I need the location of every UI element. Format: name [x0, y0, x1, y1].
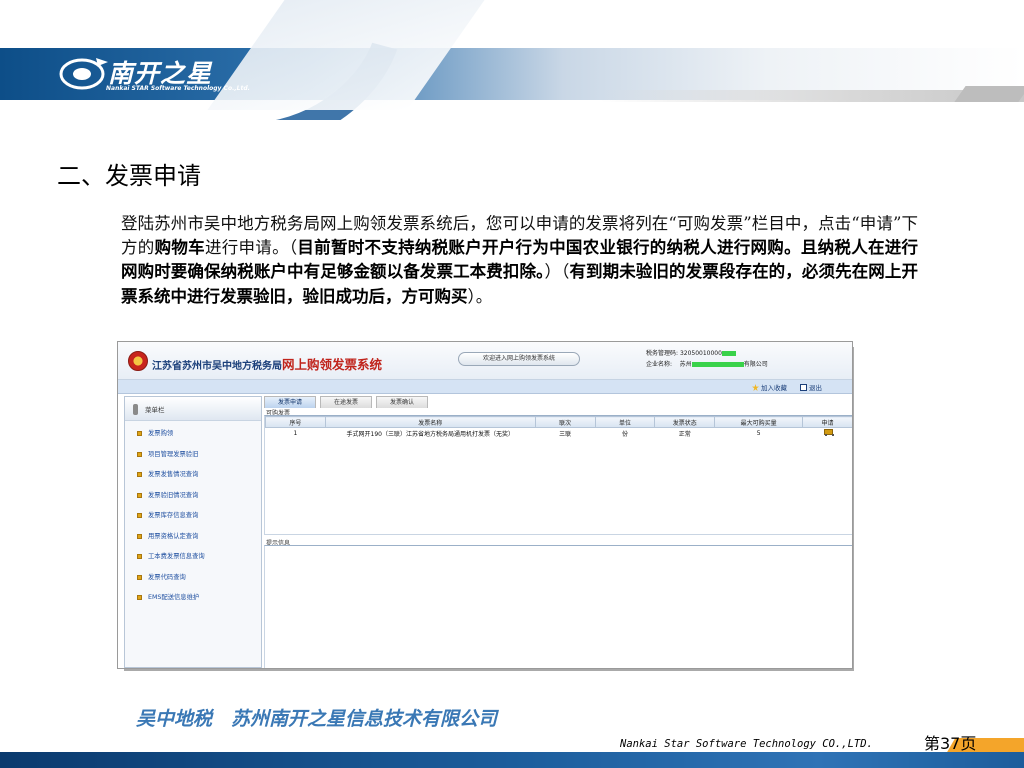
redaction-mask	[691, 362, 744, 367]
sidebar-item-label: 发票购领	[148, 430, 174, 437]
logo-subtext: Nankai STAR Software Technology Co.,Ltd.	[106, 85, 250, 92]
menu-bullet-icon	[137, 451, 142, 457]
menu-handle-icon	[133, 404, 138, 415]
company-prefix: 苏州	[679, 361, 692, 368]
app-toolbar: 加入收藏 退出	[118, 380, 852, 394]
account-info: 税务管理码: 32050010000 企业名称: 苏州 有限公司	[646, 348, 768, 370]
menu-bullet-icon	[137, 595, 142, 600]
footer-company: 吴中地税 苏州南开之星信息技术有限公司	[136, 708, 498, 730]
para-text-4: ）。	[467, 286, 493, 306]
cell-invoice-name: 手式网开190（三联）江苏省地方税务局通用机打发票（无奖）	[346, 430, 514, 438]
sidebar-item-label: 发票发售情况查询	[148, 471, 199, 478]
sidebar-item-label: 发票代码查询	[148, 573, 186, 581]
invoice-table: 序号 发票名称 联次 单位 发票状态 最大可购买量 申请 1 手式网开190（三…	[265, 416, 853, 439]
slide-header: 南开之星 Nankai STAR Software Technology Co.…	[0, 0, 1024, 120]
sidebar-item[interactable]: 发票验旧情况查询	[137, 490, 205, 511]
tab-in-transit[interactable]: 在途发票	[320, 396, 372, 408]
para-text-2: 进行申请。（	[204, 238, 298, 258]
hint-panel	[264, 545, 852, 668]
app-header: 江苏省苏州市吴中地方税务局网上购领发票系统 欢迎进入网上购领发票系统 税务管理码…	[118, 342, 852, 380]
company-label: 企业名称:	[646, 361, 673, 368]
cell-unit: 份	[621, 430, 628, 438]
page-number: 第37页	[924, 734, 977, 753]
tab-invoice-apply[interactable]: 发票申请	[264, 396, 316, 408]
cell-max-qty: 5	[756, 429, 761, 437]
sidebar-item-label: 用票资格认定查询	[148, 532, 199, 540]
sidebar-item[interactable]: 发票代码查询	[137, 572, 205, 593]
col-unit: 单位	[594, 416, 656, 428]
tab-bar: 发票申请 在途发票 发票确认	[264, 396, 852, 408]
tax-code-label: 税务管理码:	[646, 350, 679, 357]
tax-emblem-icon	[128, 351, 148, 371]
para-bold-cart: 购物车	[154, 238, 205, 258]
sidebar-item-label: 发票验旧情况查询	[148, 491, 199, 499]
col-max-qty: 最大可购买量	[714, 416, 804, 428]
sidebar-header-label: 菜单栏	[145, 406, 165, 414]
redaction-mask	[721, 351, 736, 356]
instruction-paragraph: 登陆苏州市吴中地方税务局网上购领发票系统后，您可以申请的发票将列在“可购发票”栏…	[121, 212, 918, 309]
sidebar-item[interactable]: 用票资格认定查询	[137, 531, 205, 552]
sidebar-item-label: EMS配送信息维护	[148, 594, 200, 601]
tab-invoice-confirm[interactable]: 发票确认	[376, 396, 428, 408]
sidebar-item[interactable]: 工本费发票信息查询	[137, 551, 205, 572]
shopping-cart-icon[interactable]	[823, 428, 835, 436]
col-apply: 申请	[802, 416, 852, 428]
tax-code-line: 税务管理码: 32050010000	[646, 348, 768, 359]
app-title: 江苏省苏州市吴中地方税务局网上购领发票系统	[152, 354, 382, 373]
menu-bullet-icon	[137, 492, 142, 498]
exit-link[interactable]: 退出	[800, 382, 822, 392]
app-main: 发票申请 在途发票 发票确认 可购发票 序号 发票名称 联次 单位 发票状态 最…	[264, 396, 853, 668]
menu-bullet-icon	[137, 431, 142, 436]
app-title-prefix: 江苏省苏州市吴中地方税务局	[152, 361, 282, 372]
table-header-row: 序号 发票名称 联次 单位 发票状态 最大可购买量 申请	[265, 416, 852, 428]
app-screenshot: 江苏省苏州市吴中地方税务局网上购领发票系统 欢迎进入网上购领发票系统 税务管理码…	[117, 341, 853, 669]
menu-bullet-icon	[137, 554, 142, 559]
app-sidebar: 菜单栏 发票购领 项目管理发票验旧 发票发售情况查询 发票验旧情况查询 发票库存…	[124, 396, 262, 668]
cell-status: 正常	[678, 430, 691, 438]
company-logo: 南开之星 Nankai STAR Software Technology Co.…	[58, 52, 258, 98]
col-index: 序号	[265, 416, 326, 428]
menu-bullet-icon	[137, 513, 142, 518]
cell-copies: 三联	[559, 430, 572, 438]
sidebar-menu: 发票购领 项目管理发票验旧 发票发售情况查询 发票验旧情况查询 发票库存信息查询…	[137, 428, 205, 613]
sidebar-item[interactable]: 项目管理发票验旧	[137, 449, 205, 470]
footer-bar	[0, 752, 1024, 768]
star-icon	[752, 384, 759, 391]
menu-bullet-icon	[137, 533, 142, 539]
table-row: 1 手式网开190（三联）江苏省地方税务局通用机打发票（无奖） 三联 份 正常 …	[266, 428, 853, 439]
menu-bullet-icon	[137, 472, 142, 477]
sidebar-item[interactable]: EMS配送信息维护	[137, 592, 205, 613]
exit-icon	[800, 384, 807, 391]
sidebar-header: 菜单栏	[125, 397, 261, 421]
header-grey-accent	[954, 86, 1024, 102]
welcome-banner: 欢迎进入网上购领发票系统	[458, 352, 580, 366]
para-text-3: ）（	[544, 262, 570, 282]
cell-apply[interactable]	[803, 428, 852, 439]
star-logo-icon	[59, 58, 108, 90]
exit-label: 退出	[809, 384, 822, 392]
section-title: 二、发票申请	[57, 162, 201, 190]
company-line: 企业名称: 苏州 有限公司	[646, 359, 768, 370]
company-suffix: 有限公司	[743, 361, 768, 368]
menu-bullet-icon	[137, 574, 142, 580]
available-invoices-panel: 序号 发票名称 联次 单位 发票状态 最大可购买量 申请 1 手式网开190（三…	[264, 415, 853, 535]
footer-english-name: Nankai Star Software Technology CO.,LTD.	[620, 738, 873, 750]
sidebar-item[interactable]: 发票购领	[137, 428, 205, 449]
col-invoice-name: 发票名称	[324, 416, 536, 428]
sidebar-item-label: 发票库存信息查询	[148, 512, 199, 519]
add-favorite-link[interactable]: 加入收藏	[752, 382, 787, 392]
cell-index: 1	[293, 429, 298, 437]
tax-code-value: 32050010000	[679, 350, 722, 357]
app-title-main: 网上购领发票系统	[282, 357, 383, 372]
sidebar-item[interactable]: 发票库存信息查询	[137, 510, 205, 531]
add-favorite-label: 加入收藏	[761, 384, 787, 392]
sidebar-item-label: 项目管理发票验旧	[148, 450, 199, 458]
sidebar-item[interactable]: 发票发售情况查询	[137, 469, 205, 490]
sidebar-item-label: 工本费发票信息查询	[148, 553, 205, 560]
col-copies: 联次	[534, 416, 596, 428]
col-status: 发票状态	[654, 416, 716, 428]
